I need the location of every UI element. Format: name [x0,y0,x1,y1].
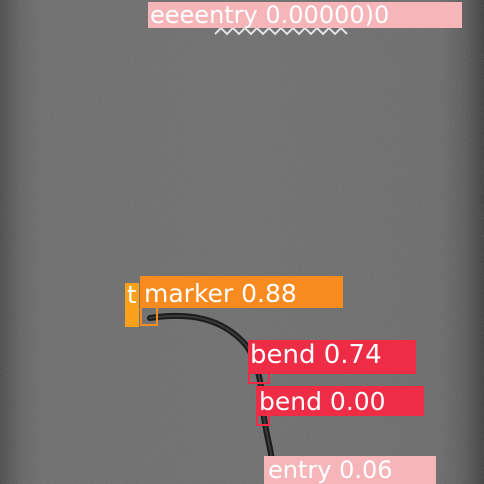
bend-a-box [248,372,270,384]
guidewire-highlight [149,314,273,461]
bend-b-box [256,414,270,426]
entry-top-label: eeeentry 0.00000)0 [150,1,390,29]
xray-image: eeeentry 0.00000)0 t marker 0.88 bend 0.… [0,0,484,484]
marker-label: marker 0.88 [144,279,297,308]
bend-b-label: bend 0.00 [259,387,386,416]
entry-bottom-label: entry 0.06 [268,456,393,484]
guidewire [147,312,275,463]
bend-a-label: bend 0.74 [250,340,382,370]
marker-box [140,306,158,326]
marker-tail-label: t [127,281,137,309]
